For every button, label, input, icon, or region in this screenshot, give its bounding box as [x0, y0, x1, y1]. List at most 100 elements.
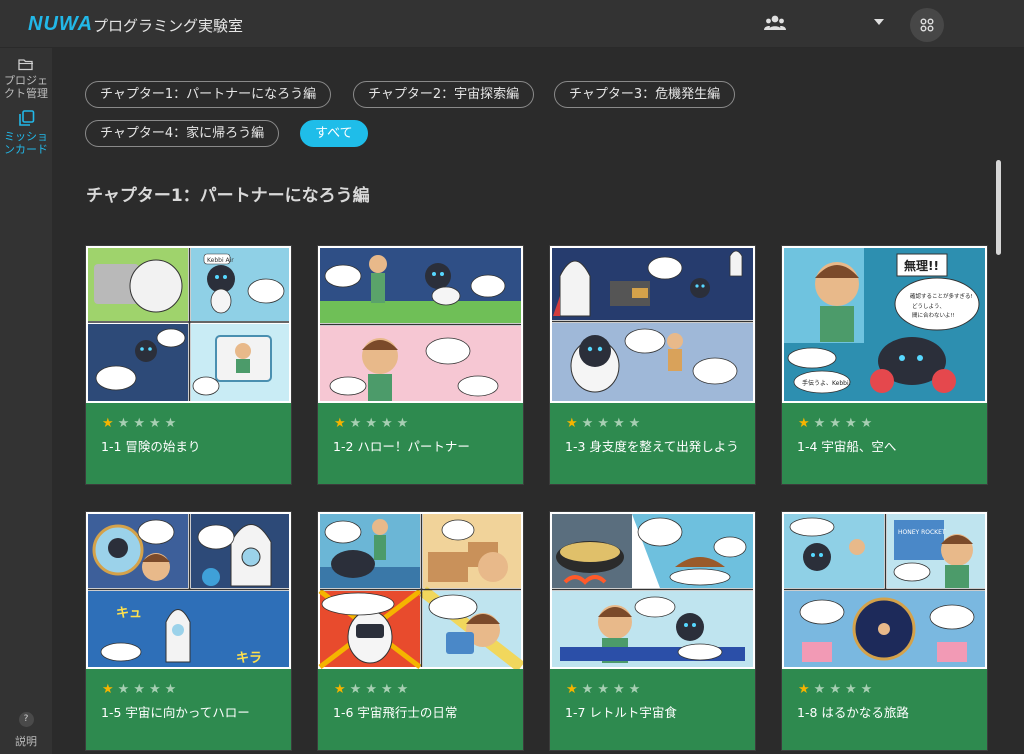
sidebar-item-projects[interactable]: プロジェ クト管理 — [0, 58, 52, 100]
sidebar-item-label: クト管理 — [4, 87, 48, 100]
mission-card[interactable]: ★★★★★ 1-3 身支度を整えて出発しよう — [549, 245, 756, 485]
comic-speech: 手伝うよ、Kebbi! — [802, 379, 851, 387]
star-filled-icon: ★ — [798, 682, 814, 697]
comic-thumbnail — [550, 246, 755, 403]
rating-stars: ★★★★★ — [566, 682, 644, 697]
comic-bubble: 間に合わないよ!! — [912, 311, 955, 319]
star-empty-icon: ★ — [148, 416, 165, 431]
folder-icon — [18, 59, 33, 71]
star-empty-icon: ★ — [628, 416, 645, 431]
star-empty-icon: ★ — [365, 416, 381, 431]
comic-thumbnail — [550, 512, 755, 669]
cards-icon — [18, 110, 34, 126]
mission-card[interactable]: ★★★★★ 1-2 ハロー！パートナー — [317, 245, 524, 485]
star-filled-icon: ★ — [334, 682, 350, 697]
star-empty-icon: ★ — [597, 416, 613, 431]
star-empty-icon: ★ — [380, 682, 397, 697]
mission-card[interactable]: Kebbi Air ★★★★★ 1-1 冒険の始まり — [85, 245, 292, 485]
star-empty-icon: ★ — [133, 682, 149, 697]
comic-sfx: キュ — [116, 606, 142, 621]
star-empty-icon: ★ — [396, 416, 413, 431]
comic-sfx: キラ — [236, 651, 262, 666]
star-empty-icon: ★ — [164, 416, 181, 431]
help-button[interactable]: ? 説明 — [0, 712, 52, 749]
filter-chip-chapter4[interactable]: チャプター4：家に帰ろう編 — [85, 120, 280, 147]
star-empty-icon: ★ — [829, 416, 845, 431]
nuwa-logo[interactable]: NUWA — [28, 13, 93, 36]
star-empty-icon: ★ — [396, 682, 413, 697]
sidebar-item-label: ミッショ — [4, 130, 48, 143]
main-content: チャプター1：パートナーになろう編 チャプター2：宇宙探索編 チャプター3：危機… — [52, 48, 1024, 754]
mission-card[interactable]: HONEY ROCKET ★★★★★ 1-8 はるかなる旅路 — [781, 511, 988, 751]
comic-label: Kebbi Air — [207, 257, 234, 264]
card-title: 1-8 はるかなる旅路 — [797, 705, 909, 720]
star-empty-icon: ★ — [117, 416, 134, 431]
sidebar-item-label: ンカード — [4, 143, 48, 156]
filter-chip-chapter3[interactable]: チャプター3：危機発生編 — [554, 81, 736, 108]
rating-stars: ★★★★★ — [102, 682, 180, 697]
caret-down-icon[interactable] — [873, 17, 885, 27]
star-filled-icon: ★ — [102, 682, 118, 697]
star-filled-icon: ★ — [798, 416, 814, 431]
star-empty-icon: ★ — [844, 682, 861, 697]
users-icon[interactable] — [764, 14, 786, 32]
card-title: 1-2 ハロー！パートナー — [333, 439, 470, 454]
star-empty-icon: ★ — [380, 416, 397, 431]
comic-thumbnail: Kebbi Air — [86, 246, 291, 403]
star-empty-icon: ★ — [349, 416, 366, 431]
star-empty-icon: ★ — [581, 682, 598, 697]
star-filled-icon: ★ — [102, 416, 118, 431]
rating-stars: ★★★★★ — [798, 416, 876, 431]
mission-card[interactable]: ★★★★★ 1-7 レトルト宇宙食 — [549, 511, 756, 751]
star-empty-icon: ★ — [860, 416, 877, 431]
top-bar: NUWA プログラミング実験室 — [0, 0, 1024, 48]
sidebar-item-label: プロジェ — [4, 74, 48, 87]
star-filled-icon: ★ — [566, 416, 582, 431]
rating-stars: ★★★★★ — [102, 416, 180, 431]
star-empty-icon: ★ — [117, 682, 134, 697]
star-empty-icon: ★ — [365, 682, 381, 697]
star-empty-icon: ★ — [813, 682, 830, 697]
apps-button[interactable] — [910, 8, 944, 42]
card-title: 1-4 宇宙船、空へ — [797, 439, 897, 454]
section-title: チャプター1：パートナーになろう編 — [86, 186, 370, 206]
mission-card[interactable]: 無理!! 確認することが多すぎる! どうしよう、 間に合わないよ!! 手伝うよ、… — [781, 245, 988, 485]
rating-stars: ★★★★★ — [334, 416, 412, 431]
vertical-scrollbar[interactable] — [996, 160, 1001, 255]
star-empty-icon: ★ — [133, 416, 149, 431]
star-empty-icon: ★ — [164, 682, 181, 697]
star-filled-icon: ★ — [334, 416, 350, 431]
star-empty-icon: ★ — [612, 416, 629, 431]
star-empty-icon: ★ — [628, 682, 645, 697]
comic-sign: HONEY ROCKET — [898, 529, 946, 536]
rating-stars: ★★★★★ — [566, 416, 644, 431]
star-empty-icon: ★ — [813, 416, 830, 431]
grid-icon — [920, 18, 934, 32]
star-filled-icon: ★ — [566, 682, 582, 697]
comic-thumbnail — [318, 512, 523, 669]
filter-chip-chapter1[interactable]: チャプター1：パートナーになろう編 — [85, 81, 332, 108]
filter-chip-chapter2[interactable]: チャプター2：宇宙探索編 — [353, 81, 535, 108]
star-empty-icon: ★ — [844, 416, 861, 431]
card-title: 1-1 冒険の始まり — [101, 439, 201, 454]
filter-chip-all[interactable]: すべて — [300, 120, 368, 147]
card-title: 1-3 身支度を整えて出発しよう — [565, 439, 739, 454]
help-label: 説明 — [15, 735, 37, 748]
comic-thumbnail — [318, 246, 523, 403]
mission-card[interactable]: キュ キラ ★★★★★ 1-5 宇宙に向かってハロー — [85, 511, 292, 751]
star-empty-icon: ★ — [349, 682, 366, 697]
help-icon: ? — [18, 712, 34, 727]
comic-shout: 無理!! — [904, 258, 939, 273]
mission-card[interactable]: ★★★★★ 1-6 宇宙飛行士の日常 — [317, 511, 524, 751]
rating-stars: ★★★★★ — [334, 682, 412, 697]
star-empty-icon: ★ — [581, 416, 598, 431]
comic-bubble: 確認することが多すぎる! — [910, 292, 973, 300]
comic-thumbnail: 無理!! 確認することが多すぎる! どうしよう、 間に合わないよ!! 手伝うよ、… — [782, 246, 987, 403]
star-empty-icon: ★ — [597, 682, 613, 697]
sidebar-item-mission-cards[interactable]: ミッショ ンカード — [0, 110, 52, 156]
star-empty-icon: ★ — [148, 682, 165, 697]
comic-thumbnail: HONEY ROCKET — [782, 512, 987, 669]
card-title: 1-5 宇宙に向かってハロー — [101, 705, 250, 720]
star-empty-icon: ★ — [612, 682, 629, 697]
comic-bubble: どうしよう、 — [912, 302, 945, 310]
